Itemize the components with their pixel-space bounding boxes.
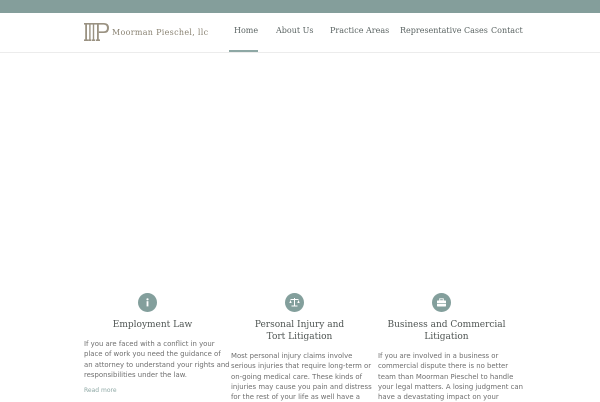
top-accent-bar [0, 0, 600, 13]
nav-item-home[interactable]: Home [234, 26, 258, 35]
nav-item-practice-areas[interactable]: Practice Areas [330, 26, 389, 35]
feature-description: Most personal injury claims involve seri… [231, 352, 372, 402]
scales-icon [285, 293, 304, 312]
nav-item-representative-cases[interactable]: Representative Cases [400, 26, 488, 35]
nav-item-contact[interactable]: Contact [491, 26, 523, 35]
hero-banner [0, 53, 600, 283]
feature-title: Personal Injury and Tort Litigation [254, 320, 345, 342]
feature-description: If you are faced with a conflict in your… [84, 340, 230, 379]
site-header: Moorman Pieschel, llc Home About Us Prac… [0, 13, 600, 53]
logo-mark-icon [84, 23, 109, 41]
feature-description: If you are involved in a business or com… [378, 352, 524, 402]
nav-item-about-us[interactable]: About Us [276, 26, 313, 35]
read-more-link[interactable]: Read more [84, 387, 117, 394]
active-nav-indicator [229, 50, 258, 52]
info-icon [138, 293, 157, 312]
briefcase-icon [432, 293, 451, 312]
feature-title: Business and Commercial Litigation [387, 320, 506, 342]
feature-title: Employment Law [112, 320, 193, 330]
brand-name: Moorman Pieschel, llc [112, 27, 209, 37]
site-logo[interactable]: Moorman Pieschel, llc [84, 22, 208, 42]
